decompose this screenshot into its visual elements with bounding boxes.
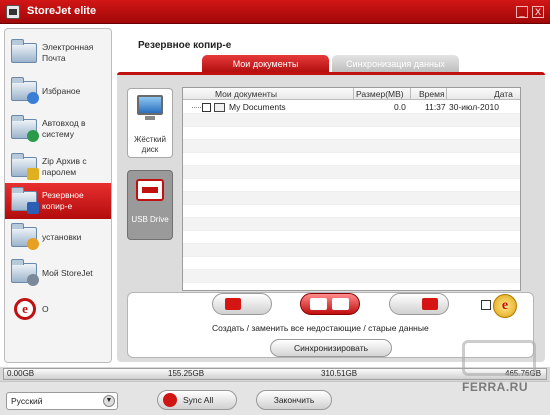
usb-drive-button[interactable]: USB Drive	[127, 170, 173, 240]
app-icon	[6, 5, 20, 19]
sidebar-item-label: Zip Архив с паролем	[42, 156, 87, 177]
row-name: My Documents	[229, 102, 286, 112]
folder-zip-icon	[11, 153, 39, 180]
language-value: Русский	[11, 396, 43, 406]
sidebar-item-backup[interactable]: Резервное копир-е	[5, 183, 111, 219]
sidebar-item-label: Автовход в систему	[42, 118, 86, 139]
capacity-tick: 0.00GB	[7, 369, 35, 378]
finish-button[interactable]: Закончить	[256, 390, 332, 410]
sync-all-label: Sync All	[183, 395, 214, 405]
column-header-date[interactable]: Дата	[494, 89, 513, 99]
restore-button[interactable]	[212, 293, 272, 315]
watermark-text: FERRA.RU	[462, 380, 528, 394]
tab-my-documents[interactable]: Мои документы	[202, 55, 329, 73]
arrow-right-icon	[422, 298, 438, 310]
usb-drive-label: USB Drive	[131, 215, 169, 224]
arrow-left-icon	[310, 298, 327, 310]
file-list-header: Мои документы Размер(MB) Время Дата	[183, 88, 520, 100]
chevron-down-icon[interactable]: ▼	[103, 395, 115, 407]
row-date: 30-июл-2010	[449, 102, 499, 112]
folder-mail-icon	[11, 39, 39, 66]
computer-icon	[137, 95, 163, 115]
sidebar-item-zip[interactable]: Zip Архив с паролем	[5, 149, 111, 185]
column-header-time[interactable]: Время	[419, 89, 445, 99]
row-time: 11:37	[425, 102, 446, 112]
column-header-size[interactable]: Размер(MB)	[356, 89, 404, 99]
schedule-icon[interactable]: e	[493, 294, 517, 318]
ferra-watermark-logo: FERRA.RU	[456, 338, 546, 398]
hard-disk-label: Жёсткий диск	[134, 135, 166, 154]
folder-mystorejet-icon	[11, 259, 39, 286]
window-title: StoreJet elite	[27, 5, 97, 17]
row-size: 0.0	[394, 102, 406, 112]
sidebar-item-browser[interactable]: e O	[5, 291, 111, 327]
sidebar-item-email[interactable]: Электронная Почта	[5, 35, 111, 71]
sync-all-button[interactable]: Sync All	[157, 390, 237, 410]
sidebar-item-label: установки	[42, 231, 82, 242]
row-checkbox[interactable]	[202, 103, 211, 112]
hard-disk-button[interactable]: Жёсткий диск	[127, 88, 173, 158]
two-way-sync-button[interactable]	[300, 293, 360, 315]
sidebar-item-label: Электронная Почта	[42, 42, 94, 63]
language-select[interactable]: Русский ▼	[6, 392, 118, 410]
sidebar-item-label: Мой StoreJet	[42, 267, 93, 278]
tab-sync-data[interactable]: Синхронизация данных	[332, 55, 459, 73]
sidebar: Электронная Почта Избраное Автовход в си…	[4, 28, 112, 363]
capacity-tick: 155.25GB	[168, 369, 205, 378]
folder-icon	[214, 103, 225, 112]
folder-autologin-icon	[11, 115, 39, 142]
arrow-right-icon	[332, 298, 349, 310]
sync-button[interactable]: Синхронизировать	[270, 339, 392, 357]
sync-all-icon	[163, 393, 177, 407]
file-list: Мои документы Размер(MB) Время Дата My D…	[182, 87, 521, 291]
sidebar-item-settings[interactable]: установки	[5, 219, 111, 255]
sidebar-item-autologin[interactable]: Автовход в систему	[5, 111, 111, 147]
option-checkbox[interactable]	[481, 300, 491, 310]
sidebar-item-mystorejet[interactable]: Мой StoreJet	[5, 255, 111, 291]
arrow-left-icon	[225, 298, 241, 310]
close-button[interactable]: X	[532, 6, 544, 18]
sidebar-item-label: Резервное копир-е	[42, 190, 84, 211]
page-title: Резервное копир-е	[138, 40, 232, 51]
column-header-name[interactable]: Мои документы	[215, 89, 277, 99]
action-caption: Создать / заменить все недостающие / ста…	[212, 323, 429, 333]
folder-favorites-icon	[11, 77, 39, 104]
table-row[interactable]: My Documents 0.0 11:37 30-июл-2010	[183, 101, 520, 114]
backup-button[interactable]	[389, 293, 449, 315]
sidebar-item-label: Избраное	[42, 85, 81, 96]
folder-settings-icon	[11, 223, 39, 250]
folder-backup-icon	[11, 187, 39, 214]
capacity-tick: 310.51GB	[321, 369, 358, 378]
title-bar: StoreJet elite _ X	[0, 0, 550, 24]
tab-underline	[117, 72, 545, 75]
sidebar-item-label: O	[42, 303, 49, 314]
ie-icon: e	[11, 296, 39, 322]
sidebar-item-favorites[interactable]: Избраное	[5, 73, 111, 109]
minimize-button[interactable]: _	[516, 6, 528, 18]
